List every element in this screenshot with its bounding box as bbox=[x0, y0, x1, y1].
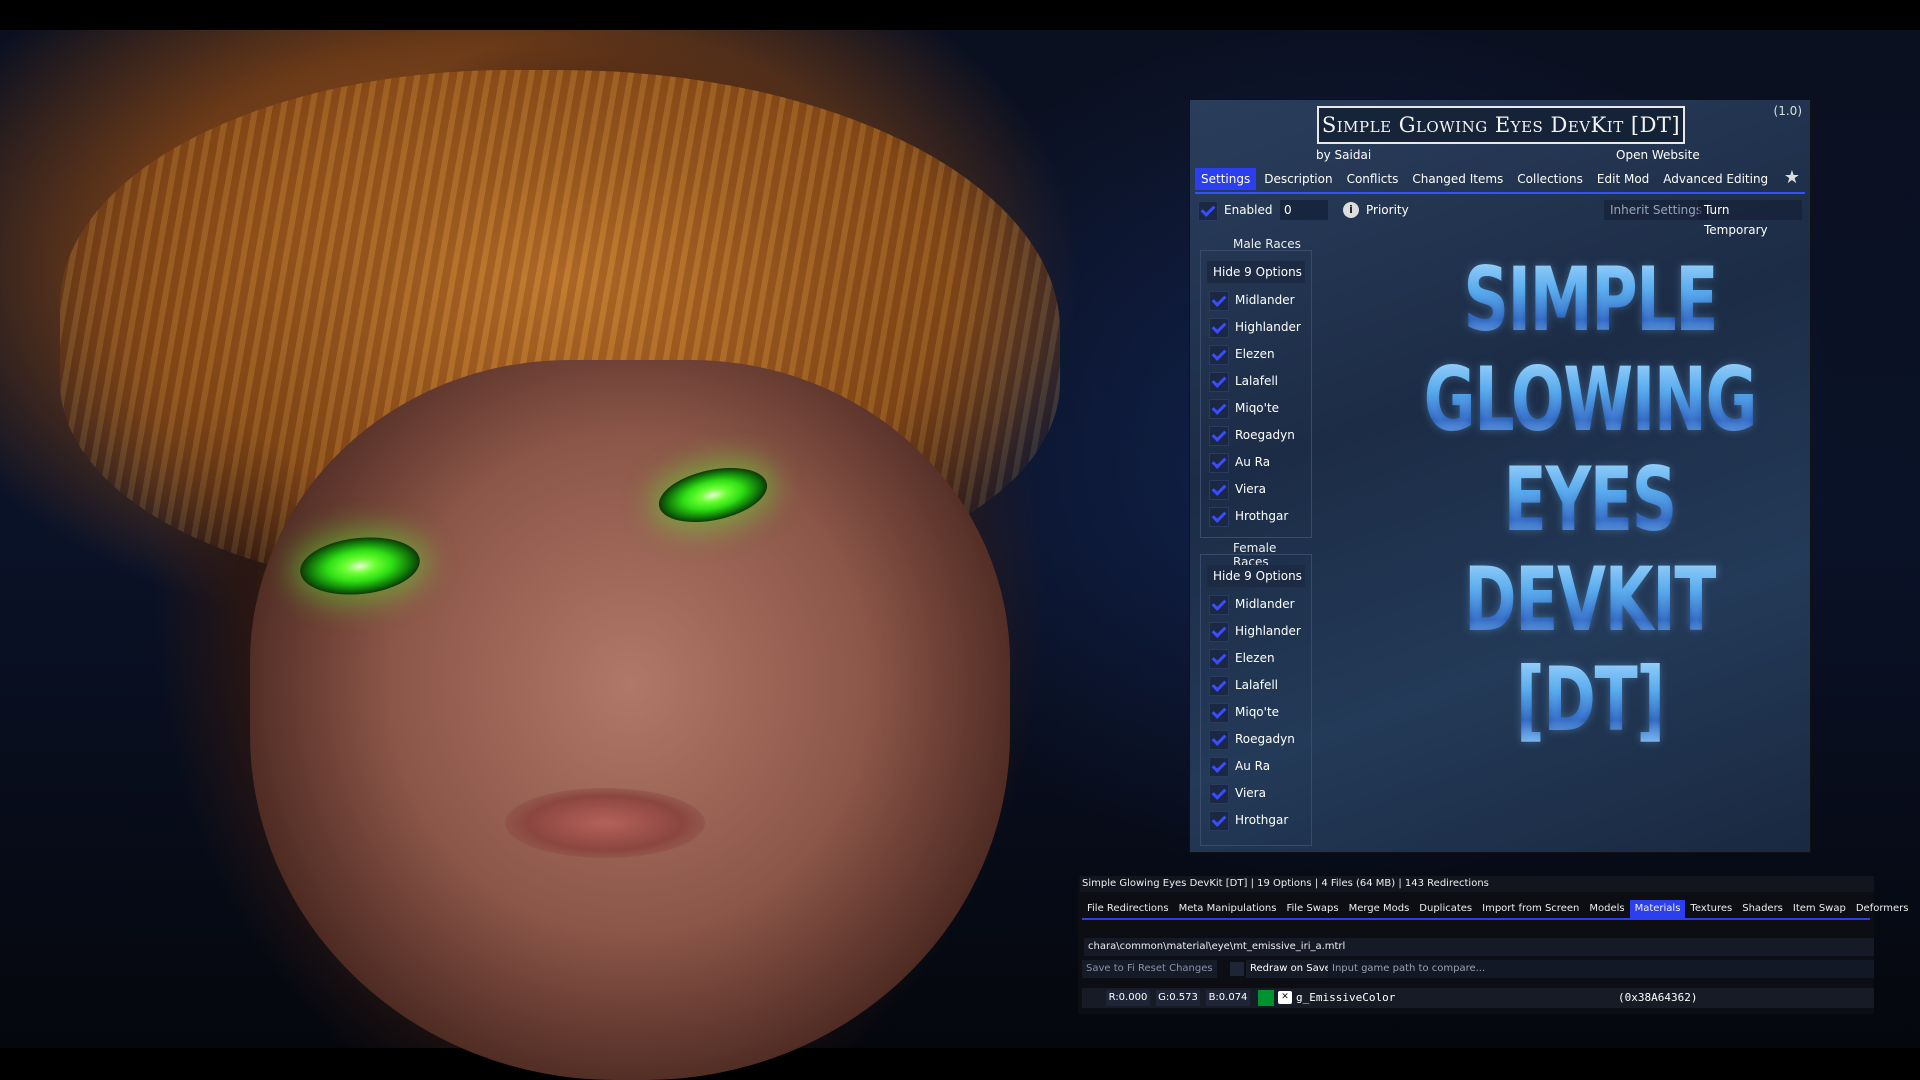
option-label: Lalafell bbox=[1235, 678, 1279, 692]
tab-deformers[interactable]: Deformers bbox=[1851, 900, 1914, 918]
compare-path-input[interactable]: Input game path to compare... bbox=[1328, 960, 1874, 978]
option-label: Elezen bbox=[1235, 347, 1275, 361]
mod-title: Simple Glowing Eyes DevKit [DT] bbox=[1317, 106, 1685, 144]
mod-preview-image: SIMPLE GLOWING EYES DEVKIT [DT] bbox=[1390, 250, 1790, 770]
mod-author: by Saidai bbox=[1316, 148, 1372, 162]
option-label: Miqo'te bbox=[1235, 401, 1280, 415]
option-checkbox[interactable] bbox=[1209, 480, 1229, 500]
mod-settings-window: (1.0) Simple Glowing Eyes DevKit [DT] by… bbox=[1190, 100, 1810, 852]
option-checkbox[interactable] bbox=[1209, 318, 1229, 338]
mod-editor-window: Simple Glowing Eyes DevKit [DT] | 19 Opt… bbox=[1078, 876, 1909, 1014]
color-swatch[interactable] bbox=[1258, 990, 1274, 1006]
redraw-on-save-checkbox[interactable] bbox=[1230, 962, 1244, 976]
option-checkbox[interactable] bbox=[1209, 426, 1229, 446]
priority-input[interactable]: 0 bbox=[1280, 200, 1328, 220]
editor-tabs: File Redirections Meta Manipulations Fil… bbox=[1082, 900, 1909, 920]
tab-edit-mod[interactable]: Edit Mod bbox=[1591, 168, 1655, 190]
option-checkbox[interactable] bbox=[1209, 372, 1229, 392]
option-label: Midlander bbox=[1235, 293, 1295, 307]
tab-conflicts[interactable]: Conflicts bbox=[1341, 168, 1405, 190]
reset-changes-button[interactable]: Reset Changes bbox=[1134, 960, 1217, 978]
settings-row: Enabled 0 i Priority Inherit Settings Tu… bbox=[1198, 200, 1802, 237]
option-checkbox[interactable] bbox=[1209, 291, 1229, 311]
option-checkbox[interactable] bbox=[1209, 399, 1229, 419]
character-face bbox=[250, 360, 1010, 1080]
option-label: Au Ra bbox=[1235, 759, 1271, 773]
option-label: Highlander bbox=[1235, 320, 1301, 334]
option-label: Hrothgar bbox=[1235, 509, 1289, 523]
option-checkbox[interactable] bbox=[1209, 507, 1229, 527]
enabled-checkbox[interactable] bbox=[1198, 201, 1218, 221]
editor-status-bar: Simple Glowing Eyes DevKit [DT] | 19 Opt… bbox=[1080, 876, 1874, 892]
redraw-on-save-label[interactable]: Redraw on Save bbox=[1246, 960, 1335, 978]
tab-collections[interactable]: Collections bbox=[1511, 168, 1589, 190]
tab-file-swaps[interactable]: File Swaps bbox=[1281, 900, 1343, 918]
tab-textures[interactable]: Textures bbox=[1685, 900, 1737, 918]
art-line: SIMPLE bbox=[1463, 248, 1718, 351]
material-path-field[interactable]: chara\common\material\eye\mt_emissive_ir… bbox=[1084, 938, 1874, 956]
option-label: Midlander bbox=[1235, 597, 1295, 611]
reset-value-icon[interactable]: ✕ bbox=[1278, 991, 1292, 1004]
tab-file-redirections[interactable]: File Redirections bbox=[1082, 900, 1174, 918]
male-races-group: Male Races Hide 9 Options Midlander High… bbox=[1200, 237, 1312, 538]
option-label: Miqo'te bbox=[1235, 705, 1280, 719]
tab-import-from-screen[interactable]: Import from Screen bbox=[1477, 900, 1584, 918]
option-label: Viera bbox=[1235, 482, 1266, 496]
tab-advanced-editing[interactable]: Advanced Editing bbox=[1657, 168, 1774, 190]
option-label: Hrothgar bbox=[1235, 813, 1289, 827]
green-value-input[interactable]: G:0.573 bbox=[1156, 990, 1200, 1006]
female-hide-options-button[interactable]: Hide 9 Options bbox=[1207, 565, 1305, 587]
option-checkbox[interactable] bbox=[1209, 595, 1229, 615]
character-lips bbox=[505, 788, 705, 858]
option-checkbox[interactable] bbox=[1209, 811, 1229, 831]
tab-shaders[interactable]: Shaders bbox=[1737, 900, 1788, 918]
inherit-settings-button[interactable]: Inherit Settings bbox=[1604, 200, 1709, 220]
blue-value-input[interactable]: B:0.074 bbox=[1206, 990, 1250, 1006]
male-hide-options-button[interactable]: Hide 9 Options bbox=[1207, 261, 1305, 283]
tab-settings[interactable]: Settings bbox=[1195, 168, 1257, 190]
option-checkbox[interactable] bbox=[1209, 730, 1229, 750]
female-races-group: Female Races Hide 9 Options Midlander Hi… bbox=[1200, 541, 1312, 846]
favorite-star-icon[interactable]: ★ bbox=[1782, 168, 1802, 188]
option-label: Highlander bbox=[1235, 624, 1301, 638]
option-checkbox[interactable] bbox=[1209, 676, 1229, 696]
tab-merge-mods[interactable]: Merge Mods bbox=[1344, 900, 1415, 918]
art-line: GLOWING bbox=[1423, 348, 1758, 451]
tab-item-swap[interactable]: Item Swap bbox=[1788, 900, 1851, 918]
tab-description[interactable]: Description bbox=[1258, 168, 1338, 190]
art-line: EYES bbox=[1503, 448, 1678, 551]
option-checkbox[interactable] bbox=[1209, 784, 1229, 804]
option-checkbox[interactable] bbox=[1209, 453, 1229, 473]
info-icon: i bbox=[1343, 202, 1359, 218]
option-label: Elezen bbox=[1235, 651, 1275, 665]
emissive-color-row: R:0.000 G:0.573 B:0.074 ✕ g_EmissiveColo… bbox=[1082, 988, 1874, 1008]
option-label: Roegadyn bbox=[1235, 732, 1295, 746]
option-checkbox[interactable] bbox=[1209, 703, 1229, 723]
option-label: Roegadyn bbox=[1235, 428, 1295, 442]
option-label: Viera bbox=[1235, 786, 1266, 800]
option-checkbox[interactable] bbox=[1209, 649, 1229, 669]
tab-materials[interactable]: Materials bbox=[1629, 900, 1686, 918]
male-races-title: Male Races bbox=[1233, 237, 1301, 251]
red-value-input[interactable]: R:0.000 bbox=[1106, 990, 1150, 1006]
parameter-id: (0x38A64362) bbox=[1618, 991, 1698, 1004]
parameter-name: g_EmissiveColor bbox=[1296, 991, 1396, 1004]
option-checkbox[interactable] bbox=[1209, 622, 1229, 642]
enabled-label: Enabled bbox=[1224, 203, 1273, 217]
open-website-button[interactable]: Open Website bbox=[1612, 146, 1704, 164]
mod-version: (1.0) bbox=[1773, 104, 1802, 118]
tab-duplicates[interactable]: Duplicates bbox=[1414, 900, 1477, 918]
tab-models[interactable]: Models bbox=[1584, 900, 1629, 918]
tab-meta-manipulations[interactable]: Meta Manipulations bbox=[1174, 900, 1282, 918]
art-line: [DT] bbox=[1516, 648, 1665, 751]
option-checkbox[interactable] bbox=[1209, 345, 1229, 365]
turn-temporary-button[interactable]: Turn Temporary bbox=[1698, 200, 1802, 237]
option-label: Au Ra bbox=[1235, 455, 1271, 469]
mod-tabs: Settings Description Conflicts Changed I… bbox=[1195, 166, 1805, 194]
option-label: Lalafell bbox=[1235, 374, 1279, 388]
art-line: DEVKIT bbox=[1463, 548, 1718, 651]
tab-changed-items[interactable]: Changed Items bbox=[1406, 168, 1509, 190]
priority-label: Priority bbox=[1366, 203, 1409, 217]
option-checkbox[interactable] bbox=[1209, 757, 1229, 777]
